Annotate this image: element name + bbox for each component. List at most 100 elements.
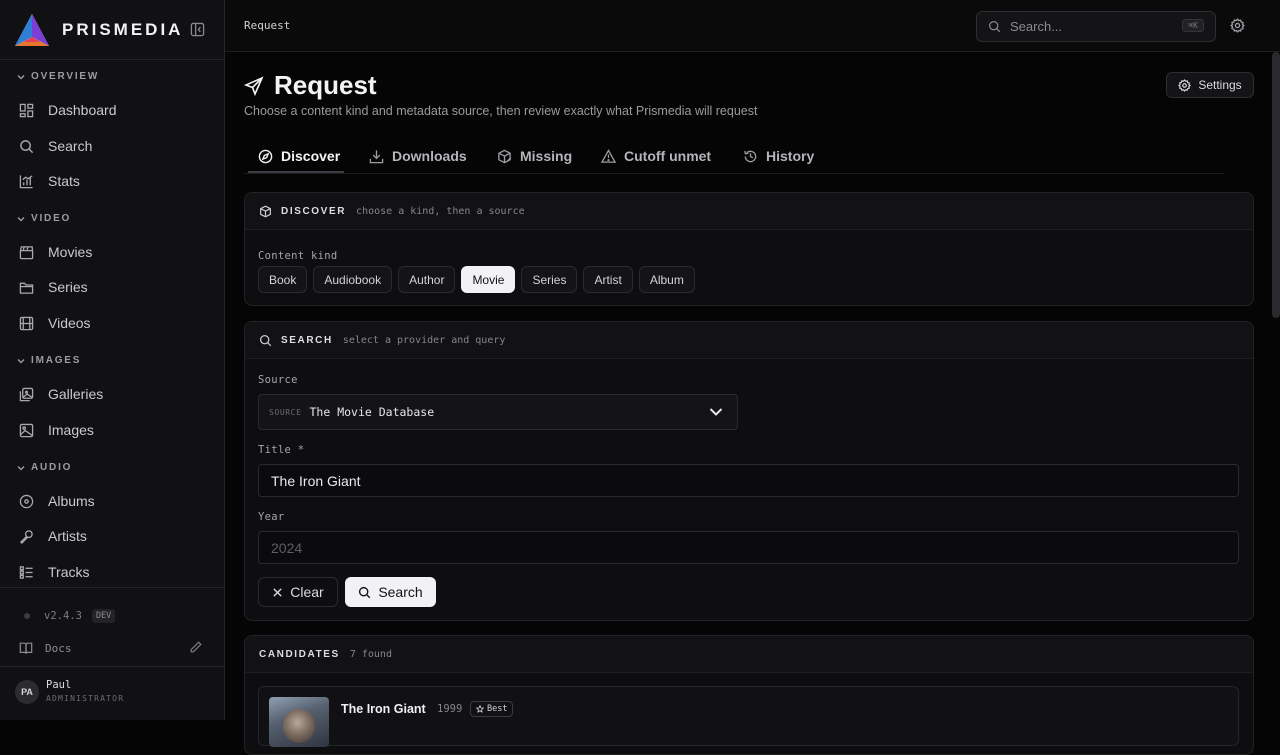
sidebar-item-label: Stats xyxy=(48,173,80,189)
section-video[interactable]: VIDEO xyxy=(17,213,71,224)
breadcrumb[interactable]: Request xyxy=(244,19,290,32)
folder-icon xyxy=(19,282,34,294)
search-icon xyxy=(259,334,272,346)
content-kind-label: Content kind xyxy=(258,250,338,262)
sidebar-item-images[interactable]: Images xyxy=(19,420,94,440)
image-icon xyxy=(19,423,34,437)
tab-label: Downloads xyxy=(392,148,467,164)
candidates-count: 7 found xyxy=(349,648,392,660)
search-label: Search xyxy=(378,584,423,600)
candidate-card[interactable]: The Iron Giant 1999 Best xyxy=(258,686,1239,747)
clear-button[interactable]: Clear xyxy=(258,577,338,607)
section-label: VIDEO xyxy=(31,213,72,224)
chevron-down-icon xyxy=(17,74,25,79)
discover-hint: choose a kind, then a source xyxy=(356,205,525,217)
status-dot xyxy=(24,613,30,619)
tab-label: History xyxy=(766,148,815,164)
source-label: Source xyxy=(258,374,298,386)
search-hint: select a provider and query xyxy=(342,334,506,346)
sidebar-item-galleries[interactable]: Galleries xyxy=(19,384,103,404)
source-tag: SOURCE xyxy=(269,407,302,417)
compass-icon xyxy=(258,149,273,163)
poster-thumbnail xyxy=(269,697,329,747)
active-tab-indicator xyxy=(248,171,344,173)
settings-button[interactable]: Settings xyxy=(1166,72,1254,98)
user-profile[interactable]: PA Paul ADMINISTRATOR xyxy=(15,679,124,705)
kind-author[interactable]: Author xyxy=(398,266,456,293)
scrollbar[interactable] xyxy=(1272,52,1280,318)
package-icon xyxy=(498,149,512,163)
sidebar-item-videos[interactable]: Videos xyxy=(19,313,91,333)
section-overview[interactable]: OVERVIEW xyxy=(17,71,99,82)
download-icon xyxy=(369,149,384,163)
kind-album[interactable]: Album xyxy=(638,266,695,293)
brand[interactable]: PRISMEDIA xyxy=(14,12,183,48)
gear-icon[interactable] xyxy=(1230,18,1245,33)
sidebar-item-artists[interactable]: Artists xyxy=(19,526,87,546)
book-icon xyxy=(19,642,33,654)
candidates-heading: CANDIDATES xyxy=(259,648,340,660)
tab-discover[interactable]: Discover xyxy=(258,148,340,164)
settings-label: Settings xyxy=(1198,78,1242,92)
sidebar-item-label: Images xyxy=(48,422,94,438)
source-value: The Movie Database xyxy=(309,405,435,419)
kind-artist[interactable]: Artist xyxy=(583,266,633,293)
tab-missing[interactable]: Missing xyxy=(497,148,572,164)
section-label: IMAGES xyxy=(31,355,82,366)
close-icon xyxy=(273,587,282,597)
sidebar-item-stats[interactable]: Stats xyxy=(19,171,80,191)
tab-downloads[interactable]: Downloads xyxy=(369,148,467,164)
main-content: Request Choose a content kind and metada… xyxy=(225,52,1272,755)
sidebar: PRISMEDIA OVERVIEW Dashboard Search Stat… xyxy=(0,0,225,720)
source-select[interactable]: SOURCE The Movie Database xyxy=(258,394,738,430)
sidebar-item-series[interactable]: Series xyxy=(19,277,88,297)
search-icon xyxy=(20,139,34,153)
page-title-text: Request xyxy=(274,70,377,100)
chevron-down-icon xyxy=(17,216,25,221)
gallery-icon xyxy=(19,387,34,401)
sidebar-item-dashboard[interactable]: Dashboard xyxy=(19,100,117,120)
chevron-down-icon xyxy=(709,407,723,417)
section-images[interactable]: IMAGES xyxy=(17,355,81,366)
sidebar-item-search[interactable]: Search xyxy=(19,136,92,156)
tab-bar: Discover Downloads Missing Cutoff unmet … xyxy=(244,138,1224,174)
mic-icon xyxy=(19,529,33,544)
section-audio[interactable]: AUDIO xyxy=(17,462,72,473)
sidebar-item-movies[interactable]: Movies xyxy=(19,242,92,262)
search-header: SEARCH select a provider and query xyxy=(245,322,1253,359)
clear-label: Clear xyxy=(290,584,324,600)
top-bar: Request Search... ⌘K xyxy=(225,0,1280,52)
kind-audiobook[interactable]: Audiobook xyxy=(313,266,393,293)
kind-movie[interactable]: Movie xyxy=(461,266,516,293)
sidebar-item-albums[interactable]: Albums xyxy=(19,491,95,511)
kind-book[interactable]: Book xyxy=(258,266,308,293)
prismedia-logo-icon xyxy=(15,14,49,46)
sidebar-item-label: Tracks xyxy=(48,564,90,580)
tab-history[interactable]: History xyxy=(743,148,814,164)
title-input[interactable]: The Iron Giant xyxy=(258,464,1239,497)
sidebar-item-tracks[interactable]: Tracks xyxy=(19,562,89,582)
collapse-sidebar-icon[interactable] xyxy=(190,22,205,37)
pencil-icon[interactable] xyxy=(189,640,203,654)
version-badge: DEV xyxy=(91,609,116,623)
star-icon xyxy=(476,705,484,713)
sidebar-item-label: Videos xyxy=(48,315,91,331)
dashboard-icon xyxy=(19,103,34,117)
sidebar-item-label: Movies xyxy=(48,244,93,260)
best-badge-label: Best xyxy=(487,704,508,714)
kind-series[interactable]: Series xyxy=(521,266,578,293)
search-heading: SEARCH xyxy=(281,334,333,346)
candidates-panel: CANDIDATES 7 found The Iron Giant 1999 B… xyxy=(244,635,1254,755)
search-icon xyxy=(989,21,1001,33)
search-button[interactable]: Search xyxy=(345,577,436,607)
global-search-input[interactable]: Search... ⌘K xyxy=(976,11,1216,42)
docs-link[interactable]: Docs xyxy=(19,641,72,655)
disc-icon xyxy=(19,494,34,508)
sidebar-item-label: Albums xyxy=(48,493,95,509)
tab-cutoff-unmet[interactable]: Cutoff unmet xyxy=(601,148,711,164)
search-panel: SEARCH select a provider and query Sourc… xyxy=(244,321,1254,621)
list-music-icon xyxy=(19,565,33,579)
search-icon xyxy=(359,586,371,598)
year-input[interactable]: 2024 xyxy=(258,531,1239,564)
sidebar-item-label: Dashboard xyxy=(48,102,117,118)
